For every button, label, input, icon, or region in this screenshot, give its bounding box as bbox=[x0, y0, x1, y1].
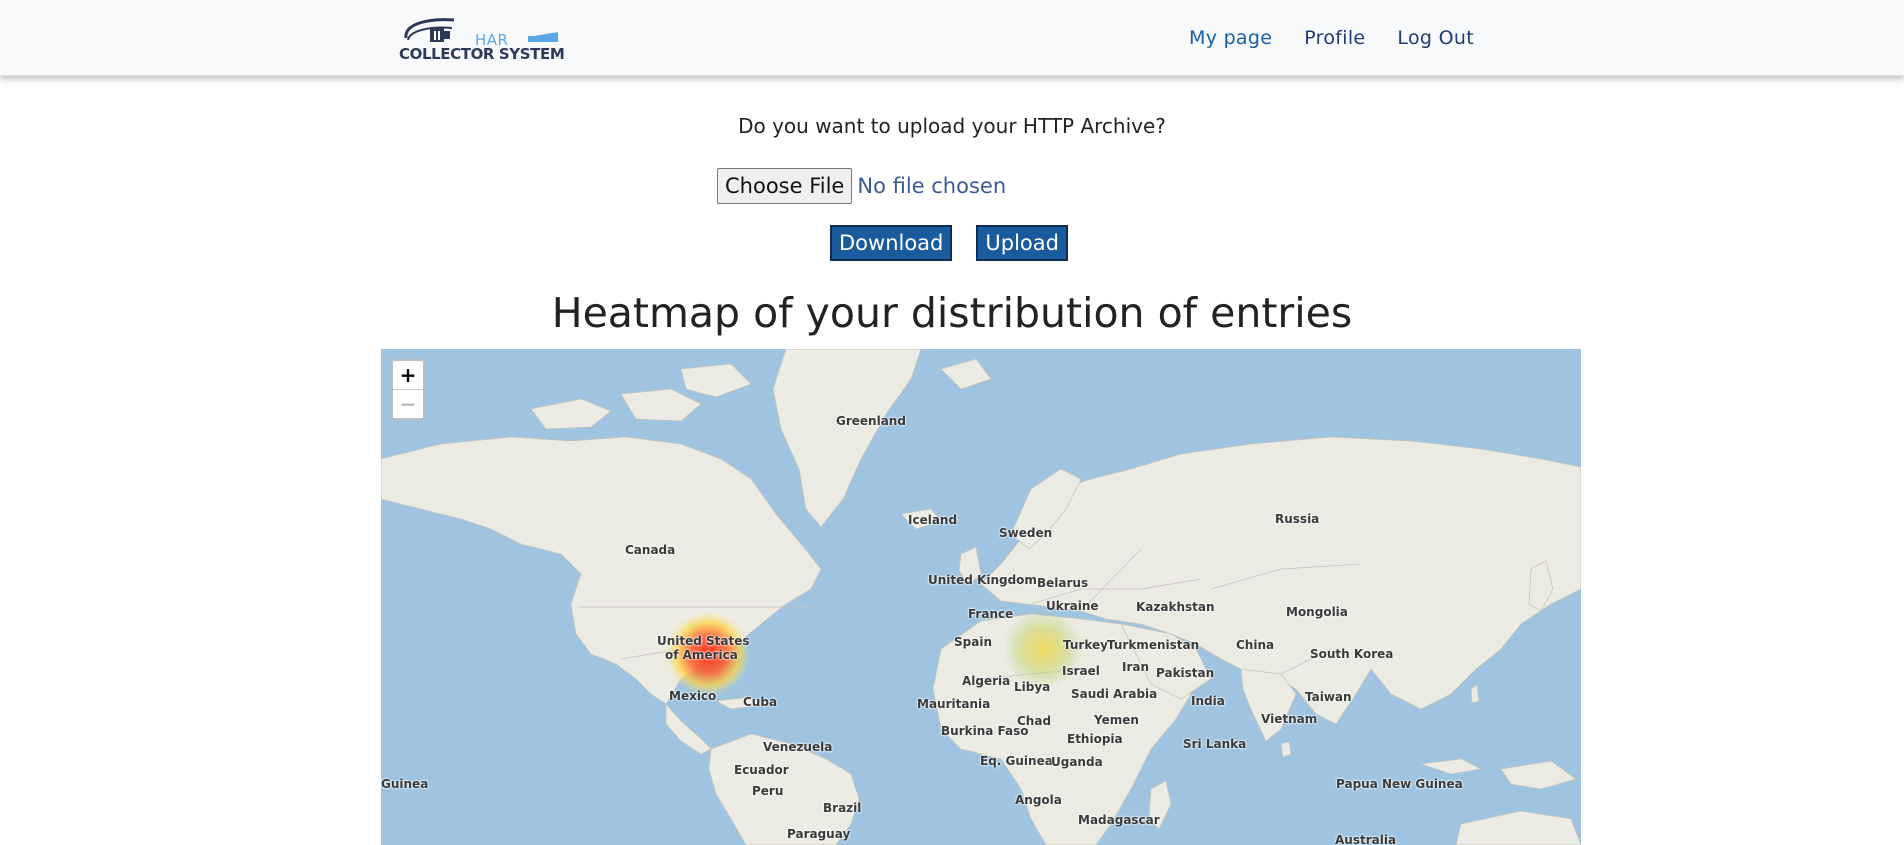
map-label-usa-line2: of America bbox=[665, 648, 738, 662]
map-label-libya: Libya bbox=[1014, 680, 1051, 694]
map-label-turkey: Turkey bbox=[1063, 638, 1108, 652]
map-label-belarus: Belarus bbox=[1037, 576, 1089, 590]
map-label-ukraine: Ukraine bbox=[1046, 599, 1099, 613]
brand-line2: COLLECTOR SYSTEM bbox=[399, 45, 565, 63]
download-button[interactable]: Download bbox=[830, 225, 953, 261]
map-label-yemen: Yemen bbox=[1094, 713, 1139, 727]
file-input[interactable]: Choose File No file chosen bbox=[717, 168, 1006, 204]
map-label-ecuador: Ecuador bbox=[734, 763, 789, 777]
map-label-saudi-arabia: Saudi Arabia bbox=[1071, 687, 1158, 701]
map-label-pakistan: Pakistan bbox=[1156, 666, 1215, 680]
map-label-kazakhstan: Kazakhstan bbox=[1136, 600, 1215, 614]
map-label-israel: Israel bbox=[1062, 664, 1100, 678]
map-label-papua-new-guinea: Papua New Guinea bbox=[1336, 777, 1463, 791]
map-label-paraguay: Paraguay bbox=[787, 827, 851, 841]
map-label-russia: Russia bbox=[1275, 512, 1320, 526]
zoom-in-button[interactable]: + bbox=[393, 361, 423, 389]
nav-my-page[interactable]: My page bbox=[1189, 27, 1272, 49]
action-buttons: Download Upload bbox=[830, 225, 1068, 261]
map-label-sweden: Sweden bbox=[999, 526, 1053, 540]
map-label-vietnam: Vietnam bbox=[1261, 712, 1318, 726]
zoom-control: + − bbox=[391, 359, 425, 420]
map-label-iceland: Iceland bbox=[908, 513, 958, 527]
map-label-guinea: Guinea bbox=[381, 777, 429, 791]
navbar: HAR COLLECTOR SYSTEM My page Profile Log… bbox=[0, 0, 1904, 76]
map-label-algeria: Algeria bbox=[962, 674, 1011, 688]
upload-question: Do you want to upload your HTTP Archive? bbox=[738, 114, 1166, 138]
map-label-china: China bbox=[1236, 638, 1275, 652]
map-label-spain: Spain bbox=[954, 635, 992, 649]
map-label-angola: Angola bbox=[1015, 793, 1062, 807]
map-label-mongolia: Mongolia bbox=[1286, 605, 1348, 619]
map-label-cuba: Cuba bbox=[743, 695, 778, 709]
page-title: Heatmap of your distribution of entries bbox=[551, 289, 1353, 337]
map-label-chad: Chad bbox=[1017, 714, 1052, 728]
world-basemap bbox=[381, 349, 1581, 845]
map-label-mexico: Mexico bbox=[669, 689, 717, 703]
map-label-turkmenistan: Turkmenistan bbox=[1107, 638, 1200, 652]
map-label-south-korea: South Korea bbox=[1310, 647, 1394, 661]
map-label-madagascar: Madagascar bbox=[1078, 813, 1160, 827]
map-label-eq-guinea: Eq. Guinea bbox=[980, 754, 1053, 768]
map-label-mauritania: Mauritania bbox=[917, 697, 991, 711]
map-label-france: France bbox=[968, 607, 1014, 621]
brand-logo[interactable]: HAR COLLECTOR SYSTEM bbox=[398, 14, 565, 64]
heatmap-map[interactable]: + − Greenland Iceland Sweden Russia Cana… bbox=[381, 349, 1581, 845]
map-label-usa-line1: United States bbox=[657, 634, 750, 648]
nav-links: My page Profile Log Out bbox=[1189, 27, 1474, 49]
zoom-out-button[interactable]: − bbox=[393, 389, 423, 418]
upload-button[interactable]: Upload bbox=[976, 225, 1068, 261]
choose-file-button[interactable]: Choose File bbox=[717, 168, 853, 204]
file-status: No file chosen bbox=[857, 174, 1007, 198]
map-label-venezuela: Venezuela bbox=[763, 740, 833, 754]
map-label-sri-lanka: Sri Lanka bbox=[1183, 737, 1247, 751]
map-label-united-kingdom: United Kingdom bbox=[928, 573, 1037, 587]
map-label-ethiopia: Ethiopia bbox=[1067, 732, 1123, 746]
map-label-australia: Australia bbox=[1335, 833, 1397, 845]
map-label-india: India bbox=[1191, 694, 1225, 708]
map-label-iran: Iran bbox=[1122, 660, 1150, 674]
map-label-brazil: Brazil bbox=[823, 801, 862, 815]
map-label-canada: Canada bbox=[625, 543, 676, 557]
map-label-burkina-faso: Burkina Faso bbox=[941, 724, 1029, 738]
nav-logout[interactable]: Log Out bbox=[1397, 27, 1474, 49]
map-label-uganda: Uganda bbox=[1051, 755, 1103, 769]
map-label-taiwan: Taiwan bbox=[1305, 690, 1352, 704]
map-label-greenland: Greenland bbox=[836, 414, 906, 428]
map-label-peru: Peru bbox=[752, 784, 784, 798]
nav-profile[interactable]: Profile bbox=[1304, 27, 1365, 49]
